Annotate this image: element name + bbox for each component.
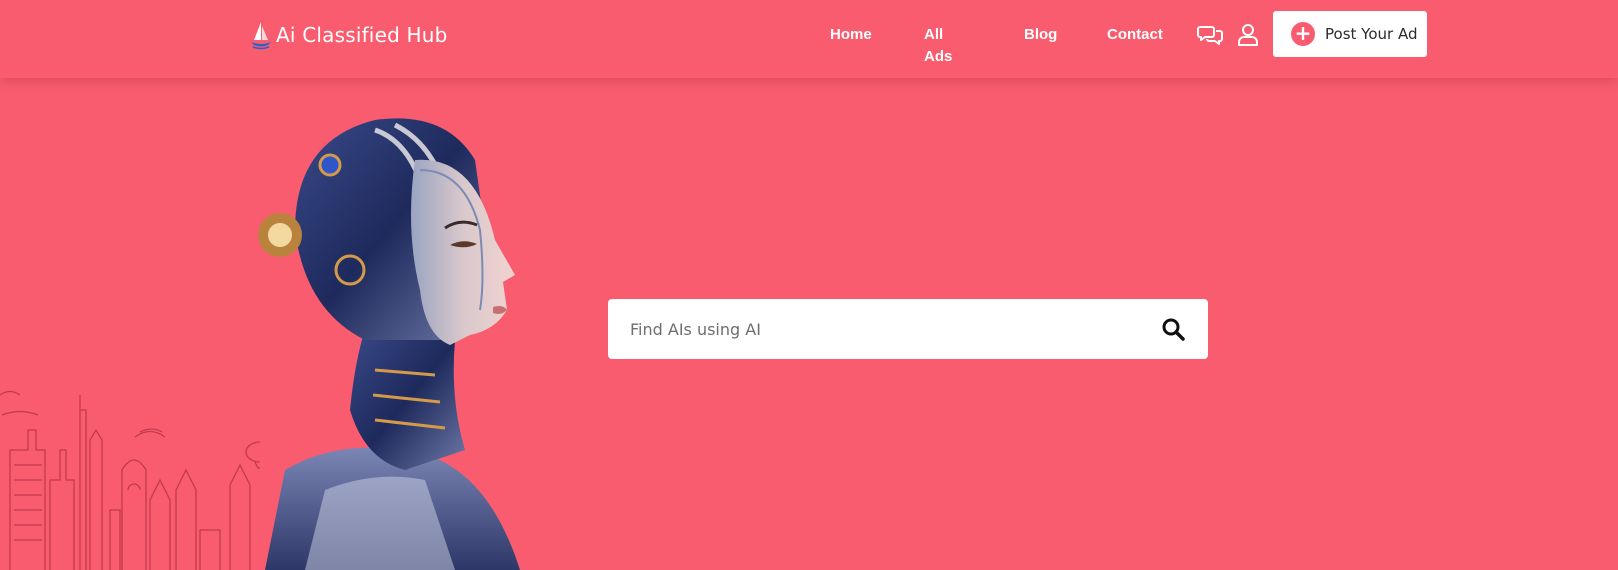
plus-circle-icon: + bbox=[1291, 22, 1315, 46]
site-logo[interactable]: Ai Classified Hub bbox=[250, 18, 448, 52]
post-your-ad-label: Post Your Ad bbox=[1325, 25, 1418, 43]
hero-search-box bbox=[608, 299, 1208, 359]
logo-sailboat-icon bbox=[251, 22, 271, 50]
nav-blog[interactable]: Blog bbox=[1024, 24, 1057, 46]
chat-bubbles-icon[interactable] bbox=[1197, 22, 1223, 48]
nav-contact[interactable]: Contact bbox=[1107, 24, 1163, 46]
logo-text: Ai Classified Hub bbox=[276, 23, 448, 47]
search-button[interactable] bbox=[1138, 299, 1208, 359]
page: Ai Classified Hub Home All Ads Blog Cont… bbox=[0, 0, 1618, 570]
city-skyline-illustration bbox=[0, 390, 260, 570]
post-your-ad-button[interactable]: + Post Your Ad bbox=[1273, 11, 1427, 57]
nav-all-ads[interactable]: All Ads bbox=[924, 24, 952, 65]
user-icon[interactable] bbox=[1235, 22, 1261, 48]
search-input[interactable] bbox=[608, 299, 1138, 359]
site-header: Ai Classified Hub Home All Ads Blog Cont… bbox=[0, 0, 1618, 78]
ai-robot-woman-illustration bbox=[258, 118, 520, 570]
nav-home[interactable]: Home bbox=[830, 24, 872, 46]
search-icon bbox=[1162, 318, 1185, 341]
